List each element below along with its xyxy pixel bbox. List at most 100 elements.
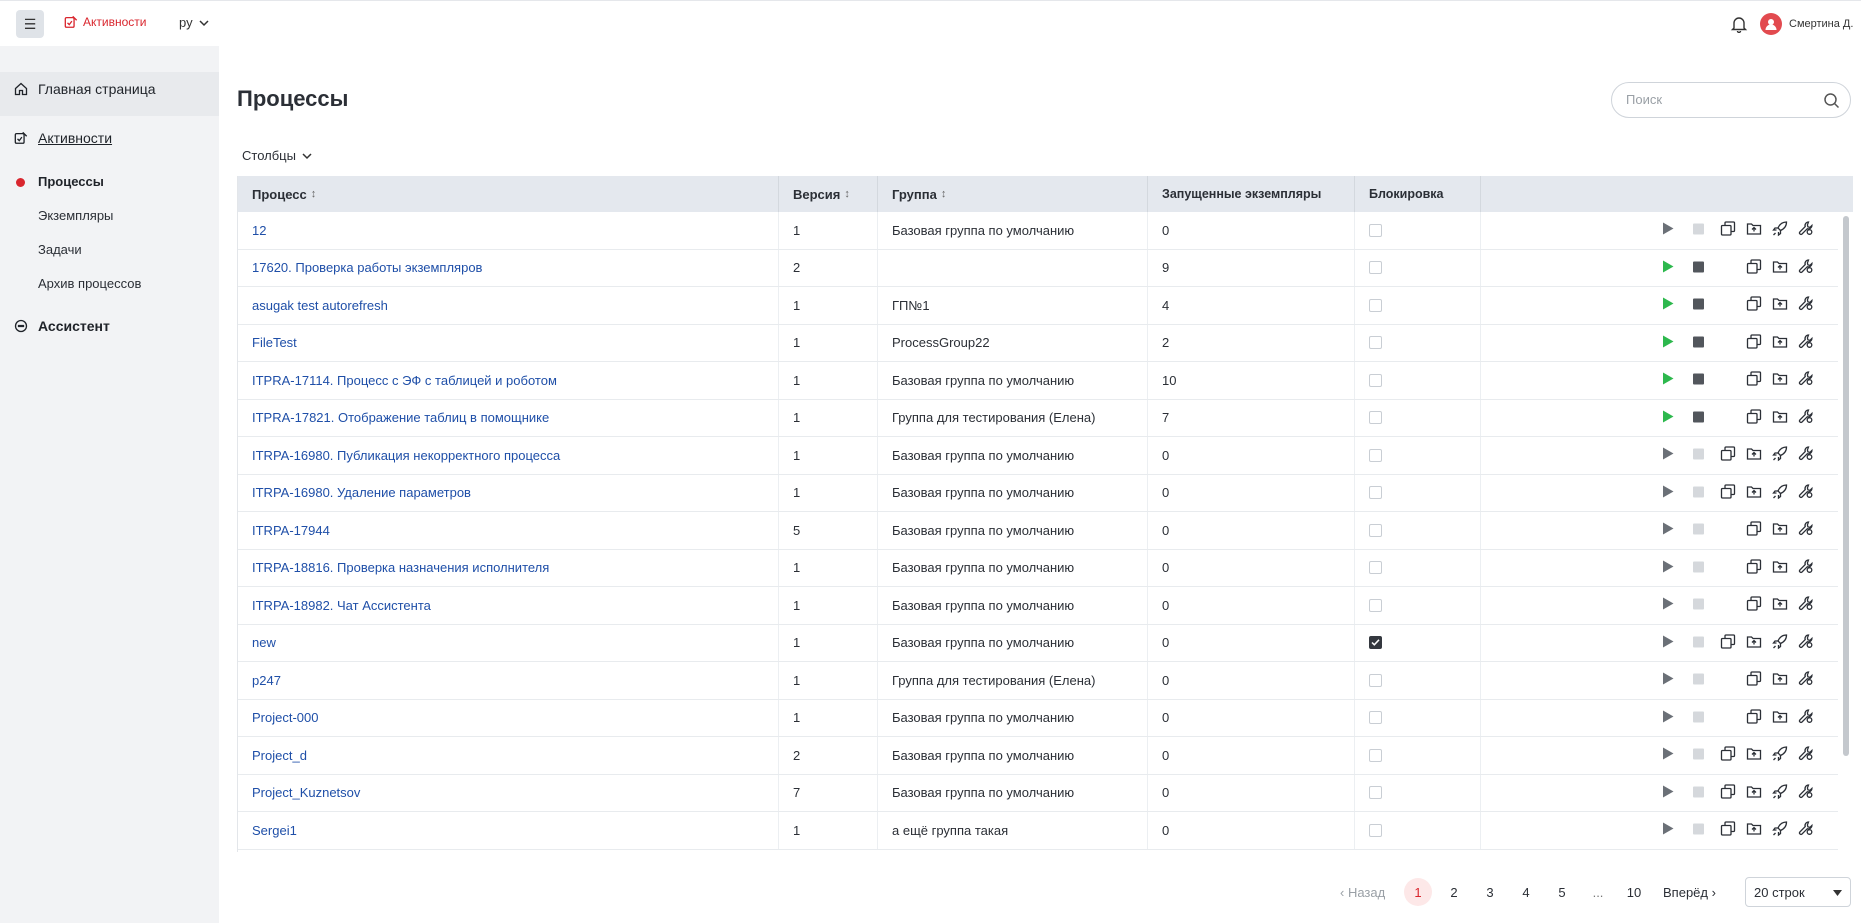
process-name-link[interactable]: FileTest — [238, 324, 779, 361]
folder-upload-icon[interactable] — [1746, 746, 1762, 765]
settings-wrench-icon[interactable] — [1798, 296, 1814, 315]
table-row[interactable]: Sergei1 1 а ещё группа такая 0 — [238, 812, 1838, 850]
sort-icon[interactable]: ↕ — [311, 188, 317, 200]
lock-checkbox[interactable] — [1369, 448, 1382, 462]
stop-icon[interactable] — [1693, 448, 1704, 463]
folder-upload-icon[interactable] — [1772, 258, 1788, 277]
sort-icon[interactable]: ↕ — [941, 188, 947, 200]
table-row[interactable]: FileTest 1 ProcessGroup22 2 — [238, 324, 1838, 362]
sidebar-item-tasks[interactable]: Задачи — [38, 242, 82, 257]
settings-wrench-icon[interactable] — [1798, 371, 1814, 390]
table-row[interactable]: Project-000 1 Базовая группа по умолчанию 0 — [238, 699, 1838, 737]
user-name[interactable]: Смертина Д. — [1789, 18, 1853, 30]
play-icon[interactable] — [1662, 297, 1674, 313]
table-row[interactable]: ITRPA-16980. Удаление параметров 1 Базовая… — [238, 474, 1838, 512]
play-icon[interactable] — [1662, 785, 1674, 801]
language-select[interactable]: ру — [179, 15, 209, 30]
process-name-link[interactable]: ITRPA-18816. Проверка назначения исполни… — [238, 549, 779, 586]
folder-upload-icon[interactable] — [1772, 333, 1788, 352]
settings-wrench-icon[interactable] — [1798, 596, 1814, 615]
stop-icon[interactable] — [1693, 748, 1704, 763]
stop-icon[interactable] — [1693, 223, 1704, 238]
sidebar-item-home[interactable]: Главная страница — [14, 81, 156, 97]
settings-wrench-icon[interactable] — [1798, 633, 1814, 652]
settings-wrench-icon[interactable] — [1798, 446, 1814, 465]
avatar[interactable] — [1760, 13, 1782, 35]
folder-upload-icon[interactable] — [1772, 408, 1788, 427]
play-icon[interactable] — [1662, 222, 1674, 238]
search-box[interactable] — [1611, 82, 1851, 118]
play-icon[interactable] — [1662, 260, 1674, 276]
rocket-icon[interactable] — [1772, 446, 1788, 465]
rocket-icon[interactable] — [1772, 783, 1788, 802]
settings-wrench-icon[interactable] — [1798, 333, 1814, 352]
copy-icon[interactable] — [1720, 821, 1736, 840]
table-row[interactable]: ITRPA-18982. Чат Ассистента 1 Базовая груп… — [238, 587, 1838, 625]
page-button[interactable]: 3 — [1476, 878, 1504, 906]
copy-icon[interactable] — [1746, 408, 1762, 427]
settings-wrench-icon[interactable] — [1798, 671, 1814, 690]
table-row[interactable]: ITRPA-16980. Публикация некорректного пр… — [238, 437, 1838, 475]
folder-upload-icon[interactable] — [1746, 446, 1762, 465]
stop-icon[interactable] — [1693, 785, 1704, 800]
stop-icon[interactable] — [1693, 710, 1704, 725]
copy-icon[interactable] — [1720, 483, 1736, 502]
next-page-button[interactable]: Вперёд › — [1663, 878, 1716, 906]
stop-icon[interactable] — [1693, 823, 1704, 838]
play-icon[interactable] — [1662, 560, 1674, 576]
page-button[interactable]: 5 — [1548, 878, 1576, 906]
search-icon[interactable] — [1823, 92, 1840, 109]
play-icon[interactable] — [1662, 410, 1674, 426]
process-name-link[interactable]: ITPRA-17821. Отображение таблиц в помощн… — [238, 399, 779, 436]
folder-upload-icon[interactable] — [1746, 783, 1762, 802]
copy-icon[interactable] — [1720, 633, 1736, 652]
lock-checkbox[interactable] — [1369, 411, 1382, 425]
folder-upload-icon[interactable] — [1772, 371, 1788, 390]
process-name-link[interactable]: 17620. Проверка работы экземпляров — [238, 249, 779, 286]
stop-icon[interactable] — [1693, 673, 1704, 688]
play-icon[interactable] — [1662, 710, 1674, 726]
lock-checkbox[interactable] — [1369, 636, 1382, 650]
lock-checkbox[interactable] — [1369, 486, 1382, 500]
lock-checkbox[interactable] — [1369, 298, 1382, 312]
copy-icon[interactable] — [1720, 783, 1736, 802]
lock-checkbox[interactable] — [1369, 598, 1382, 612]
table-row[interactable]: p247 1 Группа для тестирования (Елена) 0 — [238, 662, 1838, 700]
process-name-link[interactable]: Project_d — [238, 737, 779, 774]
column-header-process[interactable]: Процесс ↕ — [238, 176, 779, 212]
sidebar-item-activities[interactable]: Активности — [14, 130, 112, 146]
lock-checkbox[interactable] — [1369, 711, 1382, 725]
table-row[interactable]: Project_Kuznetsov 7 Базовая группа по умол… — [238, 774, 1838, 812]
page-button[interactable]: 4 — [1512, 878, 1540, 906]
stop-icon[interactable] — [1693, 560, 1704, 575]
play-icon[interactable] — [1662, 635, 1674, 651]
process-name-link[interactable]: asugak test autorefresh — [238, 287, 779, 324]
folder-upload-icon[interactable] — [1746, 633, 1762, 652]
rocket-icon[interactable] — [1772, 633, 1788, 652]
rocket-icon[interactable] — [1772, 746, 1788, 765]
prev-page-button[interactable]: ‹ Назад — [1340, 878, 1385, 906]
folder-upload-icon[interactable] — [1746, 221, 1762, 240]
table-row[interactable]: Project_d 2 Базовая группа по умолчанию 0 — [238, 737, 1838, 775]
play-icon[interactable] — [1662, 747, 1674, 763]
copy-icon[interactable] — [1746, 596, 1762, 615]
folder-upload-icon[interactable] — [1746, 821, 1762, 840]
folder-upload-icon[interactable] — [1772, 708, 1788, 727]
copy-icon[interactable] — [1746, 333, 1762, 352]
lock-checkbox[interactable] — [1369, 673, 1382, 687]
rocket-icon[interactable] — [1772, 483, 1788, 502]
play-icon[interactable] — [1662, 822, 1674, 838]
copy-icon[interactable] — [1720, 746, 1736, 765]
play-icon[interactable] — [1662, 372, 1674, 388]
rocket-icon[interactable] — [1772, 821, 1788, 840]
play-icon[interactable] — [1662, 672, 1674, 688]
stop-icon[interactable] — [1693, 598, 1704, 613]
process-name-link[interactable]: new — [238, 624, 779, 661]
stop-icon[interactable] — [1693, 373, 1704, 388]
stop-icon[interactable] — [1693, 523, 1704, 538]
column-header-group[interactable]: Группа ↕ — [878, 176, 1148, 212]
lock-checkbox[interactable] — [1369, 748, 1382, 762]
folder-upload-icon[interactable] — [1772, 558, 1788, 577]
play-icon[interactable] — [1662, 522, 1674, 538]
copy-icon[interactable] — [1746, 296, 1762, 315]
